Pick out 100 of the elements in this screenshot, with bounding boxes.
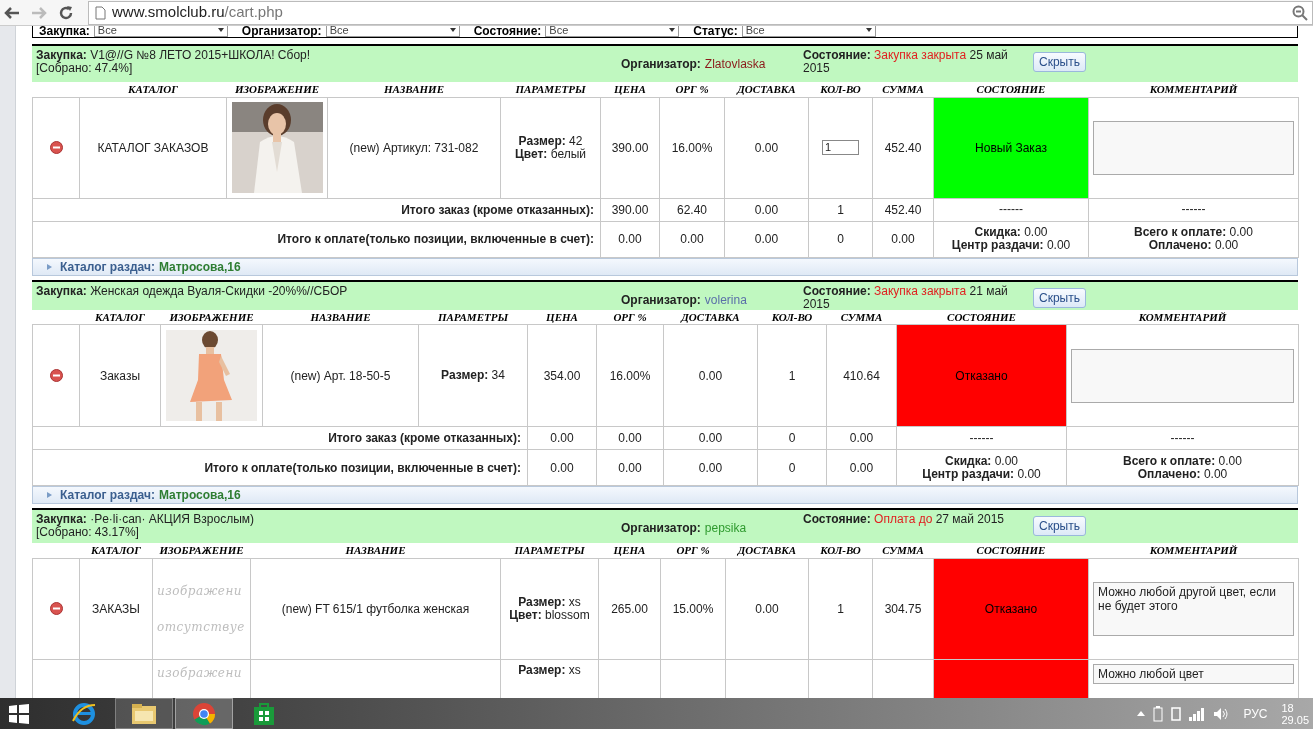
total-sum: 0.00	[891, 232, 915, 246]
image-placeholder-text: изображени	[157, 664, 243, 682]
total-org: 62.40	[677, 202, 707, 217]
total-delivery: 0.00	[754, 202, 779, 217]
column-header: НАЗВАНИЕ	[327, 82, 501, 97]
total-state-line: Центр раздачи: 0.00	[922, 467, 1041, 481]
reload-icon[interactable]	[58, 4, 74, 21]
status-cell: Отказано	[933, 558, 1089, 659]
back-icon[interactable]	[3, 5, 21, 20]
total-payment-line: ------	[1181, 203, 1206, 216]
column-header: КОЛ-ВО	[808, 543, 873, 558]
browser-e-icon[interactable]	[71, 700, 97, 727]
folder-icon[interactable]	[131, 702, 157, 725]
address-bar[interactable]: www.smolclub.ru/cart.php	[88, 0, 1313, 25]
column-header: СОСТОЯНИЕ	[896, 309, 1067, 325]
total-payment-line: Оплачено: 0.00	[1137, 467, 1228, 481]
column-header: ОРГ %	[596, 309, 664, 325]
hide-button[interactable]: Скрыть	[1033, 516, 1086, 536]
total-price: 0.00	[550, 431, 574, 445]
filter-label: Состояние:	[473, 25, 542, 37]
item-name: (new) FT 615/1 футболка женская	[281, 601, 470, 616]
store-icon[interactable]	[253, 701, 275, 726]
total-price: 390.00	[611, 202, 649, 217]
expand-icon	[47, 492, 52, 498]
comment-field[interactable]	[1071, 348, 1294, 403]
item-name: (new) Арт. 18-50-5	[290, 368, 391, 383]
quantity-value: 1	[788, 368, 796, 383]
comment-field[interactable]: Можно любой цвет	[1093, 663, 1294, 684]
comment-field[interactable]: Можно любой другой цвет, если не будет этого	[1093, 581, 1294, 636]
total-label: Итого к оплате(только позиции, включенные в счет):	[204, 460, 521, 475]
organizer-name: volerina	[704, 291, 747, 309]
collected-percent: [Собрано: 43.17%]	[36, 526, 140, 539]
column-header: ПАРАМЕТРЫ	[500, 543, 599, 558]
organizer-name: pepsika	[704, 520, 747, 537]
filter-select[interactable]: Все	[545, 23, 680, 37]
pickup-bar[interactable]: Каталог раздач: Матросова,16	[32, 486, 1298, 504]
column-header: ОРГ %	[660, 543, 726, 558]
tray-expand-icon[interactable]	[1137, 711, 1146, 716]
sum-value: 304.75	[884, 601, 922, 616]
price-value: 265.00	[611, 601, 648, 616]
sum-value: 410.64	[843, 368, 880, 383]
organizer-name: Zlatovlaska	[704, 56, 766, 73]
status-cell: Отказано	[896, 324, 1067, 427]
total-payment-line: Всего к оплате: 0.00	[1134, 226, 1253, 239]
quantity-field[interactable]: 1	[822, 140, 859, 155]
hide-button[interactable]: Скрыть	[1033, 52, 1086, 72]
signal-icon[interactable]	[1189, 706, 1206, 721]
column-header: КОММЕНТАРИЙ	[1066, 309, 1299, 325]
total-payment-line: Оплачено: 0.00	[1148, 239, 1239, 252]
total-delivery: 0.00	[698, 460, 723, 475]
item-parameter: Размер: xs	[518, 663, 581, 677]
column-header: ИЗОБРАЖЕНИЕ	[226, 82, 328, 97]
speaker-icon[interactable]	[1213, 706, 1230, 721]
total-price: 0.00	[618, 232, 642, 246]
column-header: СУММА	[826, 309, 897, 325]
flag-icon[interactable]	[1171, 706, 1182, 721]
purchase-state: Состояние: Оплата до 27 май 2015	[803, 513, 1006, 526]
dropdown-icon	[217, 28, 224, 32]
chrome-icon[interactable]	[192, 701, 216, 726]
total-price: 0.00	[550, 460, 574, 475]
url-text: www.smolclub.ru/cart.php	[112, 2, 283, 23]
total-payment-line: ------	[1170, 431, 1195, 445]
dropdown-icon	[865, 28, 872, 32]
remove-icon[interactable]	[49, 369, 63, 382]
purchase-title: Закупка: V1@//G №8 ЛЕТО 2015+ШКОЛА! Сбор!	[36, 49, 312, 62]
remove-icon[interactable]	[49, 141, 63, 154]
column-header: КОММЕНТАРИЙ	[1088, 543, 1299, 558]
total-delivery: 0.00	[754, 232, 779, 246]
total-org: 0.00	[618, 431, 642, 445]
column-header: КАТАЛОГ	[79, 82, 227, 97]
item-parameter: Размер: 34	[441, 369, 505, 382]
expand-icon	[47, 263, 52, 270]
total-quantity: 0	[837, 232, 844, 246]
catalog-name: КАТАЛОГ ЗАКАЗОВ	[97, 140, 209, 155]
remove-icon[interactable]	[49, 602, 63, 615]
filter-label: Статус:	[693, 25, 738, 37]
total-sum: 0.00	[849, 460, 874, 475]
pickup-label: Каталог раздач:	[60, 258, 155, 276]
item-parameter: Цвет: blossom	[509, 608, 590, 622]
org-percent: 16.00%	[609, 368, 651, 383]
quantity-value: 1	[837, 601, 844, 616]
zoom-icon[interactable]	[1292, 4, 1308, 21]
page-icon	[95, 5, 106, 20]
filter-label: Организатор:	[241, 25, 322, 37]
column-header: СУММА	[872, 543, 934, 558]
column-header: ЦЕНА	[600, 82, 660, 97]
purchase-state: Состояние: Закупка закрыта 21 май 2015	[803, 284, 1009, 311]
battery-icon[interactable]	[1153, 705, 1164, 722]
hide-button[interactable]: Скрыть	[1033, 287, 1086, 308]
total-sum: 452.40	[884, 202, 922, 217]
comment-field[interactable]	[1093, 120, 1294, 175]
total-label: Итого заказ (кроме отказанных):	[328, 431, 521, 445]
item-parameter: Цвет: белый	[514, 147, 587, 161]
start-icon[interactable]	[8, 702, 30, 725]
price-value: 390.00	[611, 140, 649, 155]
organizer-label: Организатор:	[621, 291, 701, 309]
filter-select[interactable]: Все	[741, 23, 876, 37]
filter-select[interactable]: Все	[325, 23, 460, 37]
filter-select[interactable]: Все	[93, 23, 228, 37]
purchase-title: Закупка: ·Pe·li·can· АКЦИЯ Взрослым)	[36, 513, 256, 526]
